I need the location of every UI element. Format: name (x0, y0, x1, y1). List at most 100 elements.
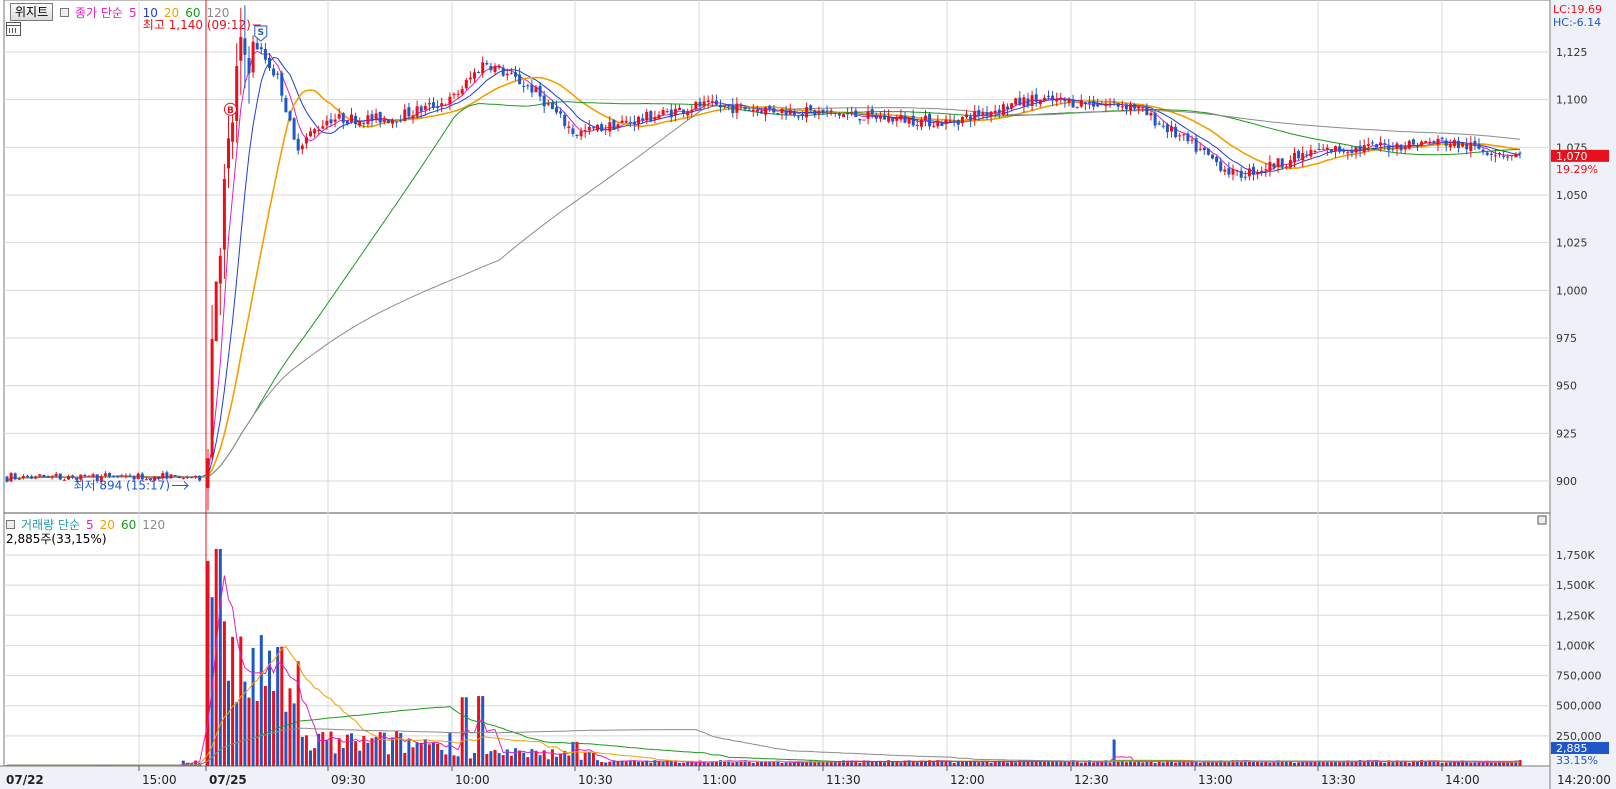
candle-body (1301, 153, 1305, 161)
candle-body (276, 73, 280, 75)
volume-bar (1186, 762, 1190, 766)
calendar-icon[interactable] (6, 22, 21, 36)
candle-body (731, 104, 735, 114)
candle-body (477, 72, 481, 74)
candle-body (1014, 98, 1018, 105)
volume-bar (837, 762, 841, 766)
volume-bar (661, 761, 665, 766)
candle-body (596, 124, 599, 131)
legend-toggle-icon[interactable] (6, 520, 15, 529)
candle-body (932, 125, 936, 127)
candle-body (1067, 99, 1071, 103)
candle-body (1088, 102, 1091, 104)
current-pct-label: 19.29% (1556, 163, 1598, 176)
candle-body (38, 474, 42, 476)
stock-chart[interactable]: 900 925 950 975 1,000 1,025 1,050 1,075 1,100 1,1… (0, 0, 1616, 789)
volume-bar (370, 738, 374, 766)
volume-bar (444, 754, 448, 766)
candle-body (288, 111, 292, 121)
volume-bar (1198, 762, 1202, 766)
candle-body (657, 114, 661, 120)
candle-body (1309, 149, 1313, 157)
volume-tick-label: 500,000 (1556, 700, 1602, 713)
candle-body (370, 114, 374, 121)
candle-body (723, 105, 727, 107)
candle-body (272, 68, 276, 76)
volume-bar (760, 761, 763, 766)
candle-body (341, 113, 345, 123)
volume-bar (821, 762, 825, 766)
volume-bar (440, 749, 444, 766)
price-tick-label: 900 (1556, 475, 1577, 488)
candle-body (883, 115, 886, 120)
candle-body (1055, 99, 1059, 102)
candle-body (62, 479, 66, 481)
volume-bar (1297, 762, 1301, 766)
candle-body (1375, 144, 1378, 148)
volume-bar (1256, 761, 1260, 766)
candle-body (760, 111, 763, 114)
volume-bar (1403, 761, 1407, 766)
candle-body (1026, 98, 1030, 106)
candle-body (641, 118, 645, 121)
grid-layer (0, 0, 1616, 789)
volume-bar (354, 741, 358, 766)
candle-body (973, 111, 977, 120)
volume-bar (1161, 762, 1165, 766)
widget-button[interactable]: 위지트 (10, 3, 54, 21)
candle-body (1321, 148, 1325, 150)
volume-bar (1006, 762, 1009, 766)
candle-body (1038, 100, 1042, 105)
low-annotation: 최저 894 (15:17) (73, 478, 170, 492)
current-price-label: 1,070 (1556, 150, 1588, 163)
candle-body (1317, 148, 1321, 151)
volume-bar (313, 748, 317, 766)
candle-body (1227, 168, 1231, 175)
candle-body (792, 111, 796, 116)
candle-body (1498, 153, 1501, 155)
volume-bar (858, 762, 862, 766)
candle-body (505, 73, 509, 76)
candle-body (509, 72, 513, 74)
candle-body (534, 87, 538, 93)
candle-body (1432, 141, 1436, 144)
candle-body (103, 473, 107, 476)
candle-body (751, 109, 755, 112)
volume-bar (1014, 762, 1018, 766)
candle-body (1473, 141, 1477, 146)
time-tick-label: 12:00 (950, 773, 985, 787)
time-tick-label: 11:00 (702, 773, 737, 787)
candle-body (128, 475, 132, 477)
chart-canvas[interactable]: 9009259509751,0001,0251,0501,0751,1001,1… (0, 0, 1616, 789)
candle-body (1112, 101, 1116, 103)
volume-bar (567, 755, 571, 766)
candle-body (1268, 161, 1272, 171)
volume-bar (1391, 762, 1395, 766)
candle-body (825, 110, 829, 112)
candle-body (1342, 150, 1346, 152)
candle-body (243, 38, 247, 55)
volume-bar (1465, 761, 1469, 766)
time-tick-label: 07/22 (6, 773, 44, 787)
volume-bar (333, 753, 337, 766)
volume-bar (1141, 762, 1145, 766)
volume-bar (1288, 761, 1292, 766)
candle-body (436, 106, 440, 108)
candle-body (391, 119, 394, 124)
volume-bar (1379, 762, 1383, 766)
candle-body (1202, 147, 1206, 151)
candle-body (1403, 146, 1407, 150)
candle-body (1424, 141, 1428, 143)
candle-body (1100, 104, 1104, 106)
candle-body (489, 66, 493, 71)
candle-body (768, 105, 772, 110)
volume-bar (1096, 762, 1100, 766)
candle-body (1358, 145, 1362, 151)
legend-toggle-icon[interactable] (60, 8, 69, 17)
candle-body (1338, 146, 1342, 152)
candle-body (210, 339, 214, 457)
volume-bar (337, 738, 341, 766)
candle-body (924, 115, 927, 120)
candle-body (206, 458, 210, 488)
candle-body (239, 36, 243, 61)
